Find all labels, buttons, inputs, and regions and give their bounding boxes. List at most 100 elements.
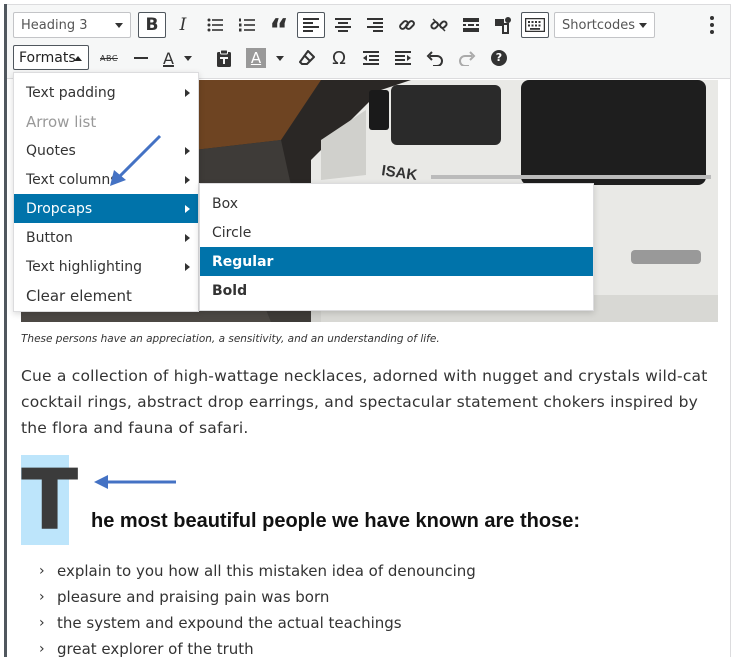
more-vertical-icon [710,16,714,34]
indent-icon [395,51,411,65]
dropcaps-submenu: Box Circle Regular Bold [199,183,594,311]
strikethrough-button[interactable]: ABC [95,45,123,71]
chevron-down-icon [276,55,284,61]
shortcodes-select[interactable]: Shortcodes [554,12,655,38]
list-item-text: explain to you how all this mistaken ide… [57,562,476,580]
chevron-right-icon: › [39,615,45,631]
menu-item-label: Arrow list [26,112,97,131]
list-item: › explain to you how all this mistaken id… [39,558,476,584]
submenu-item-box[interactable]: Box [200,189,593,218]
shortcode-insert-button[interactable] [489,12,517,38]
menu-item-label: Clear element [26,286,132,305]
chevron-right-icon: › [39,641,45,657]
list-item-text: great explorer of the truth [57,640,254,657]
numbered-list-icon [239,18,255,32]
strikethrough-icon: ABC [100,53,118,63]
bullet-list-icon [207,18,223,32]
align-right-button[interactable] [361,12,389,38]
chevron-right-icon: › [39,563,45,579]
outdent-button[interactable] [357,45,385,71]
menu-item-label: Button [26,229,73,246]
formats-button[interactable]: Formats [13,45,89,70]
keyboard-icon [525,18,545,32]
more-options-button[interactable] [698,12,726,38]
formats-menu: Text padding Arrow list Quotes Text colu… [13,72,199,312]
link-button[interactable] [393,12,421,38]
submenu-item-bold[interactable]: Bold [200,276,593,305]
dropcap-letter: T [21,451,79,549]
chevron-down-icon [639,23,647,28]
blockquote-button[interactable]: “ [265,12,293,46]
chevron-right-icon [185,89,190,97]
chevron-right-icon [185,176,190,184]
menu-item-clear-element[interactable]: Clear element [14,281,198,310]
submenu-item-label: Bold [212,282,248,299]
annotation-arrow-diagonal [110,134,162,186]
unlink-icon [430,18,448,32]
list-item-text: the system and expound the actual teachi… [57,614,402,632]
special-character-button[interactable]: Ω [325,45,353,71]
bullet-list-button[interactable] [201,12,229,38]
numbered-list-button[interactable] [233,12,261,38]
horizontal-line-button[interactable] [127,45,155,71]
background-color-button[interactable]: A [242,45,288,71]
heading-text: he most beautiful people we have known a… [91,510,580,532]
outdent-icon [363,51,379,65]
arrow-bullet-list: › explain to you how all this mistaken id… [39,558,476,657]
align-center-button[interactable] [329,12,357,38]
chevron-down-icon [183,55,192,61]
submenu-item-circle[interactable]: Circle [200,218,593,247]
annotation-arrow-left [94,475,176,489]
block-format-value: Heading 3 [21,17,88,33]
clear-format-button[interactable] [293,45,321,71]
read-more-icon [463,18,479,32]
text-color-button[interactable]: A [159,45,201,71]
menu-item-text-padding[interactable]: Text padding [14,78,198,107]
body-paragraph: Cue a collection of high-wattage necklac… [21,367,708,437]
italic-icon: I [179,15,187,35]
editor-frame: Heading 3 B I “ Shortcodes Formats ABC A… [4,4,731,657]
read-more-button[interactable] [457,12,485,38]
list-item: › the system and expound the actual teach… [39,610,476,636]
redo-icon [459,51,476,66]
menu-item-button[interactable]: Button [14,223,198,252]
menu-item-label: Dropcaps [26,200,93,217]
help-icon: ? [491,50,507,66]
chevron-right-icon: › [39,589,45,605]
menu-item-dropcaps[interactable]: Dropcaps [14,194,198,223]
horizontal-line-icon [134,57,148,59]
submenu-item-label: Regular [212,253,274,270]
list-item: › great explorer of the truth [39,636,476,657]
menu-item-label: Text padding [26,84,116,101]
blockquote-icon: “ [269,13,289,48]
help-button[interactable]: ? [485,45,513,71]
block-format-select[interactable]: Heading 3 [13,12,131,38]
submenu-item-label: Box [212,195,239,212]
menu-item-label: Text highlighting [26,258,142,275]
align-right-icon [367,18,383,32]
special-character-icon: Ω [332,47,346,69]
shortcodes-value: Shortcodes [562,17,636,33]
submenu-item-regular[interactable]: Regular [200,247,593,276]
formats-label: Formats [19,49,76,66]
align-left-icon [303,18,319,32]
link-icon [399,20,415,30]
chevron-right-icon [185,234,190,242]
unlink-button[interactable] [425,12,453,38]
bold-button[interactable]: B [138,12,166,38]
italic-button[interactable]: I [169,12,197,38]
undo-icon [426,51,443,66]
keyboard-button[interactable] [521,12,549,38]
align-left-button[interactable] [297,12,325,38]
chevron-right-icon [185,205,190,213]
redo-button[interactable] [453,45,481,71]
indent-button[interactable] [389,45,417,71]
editor-toolbar: Heading 3 B I “ Shortcodes Formats ABC A… [5,5,730,79]
chevron-down-icon [115,23,123,28]
undo-button[interactable] [421,45,449,71]
paste-text-icon [217,49,231,67]
list-item: › pleasure and praising pain was born [39,584,476,610]
paste-text-button[interactable] [210,45,238,71]
menu-item-text-highlighting[interactable]: Text highlighting [14,252,198,281]
chevron-right-icon [185,147,190,155]
